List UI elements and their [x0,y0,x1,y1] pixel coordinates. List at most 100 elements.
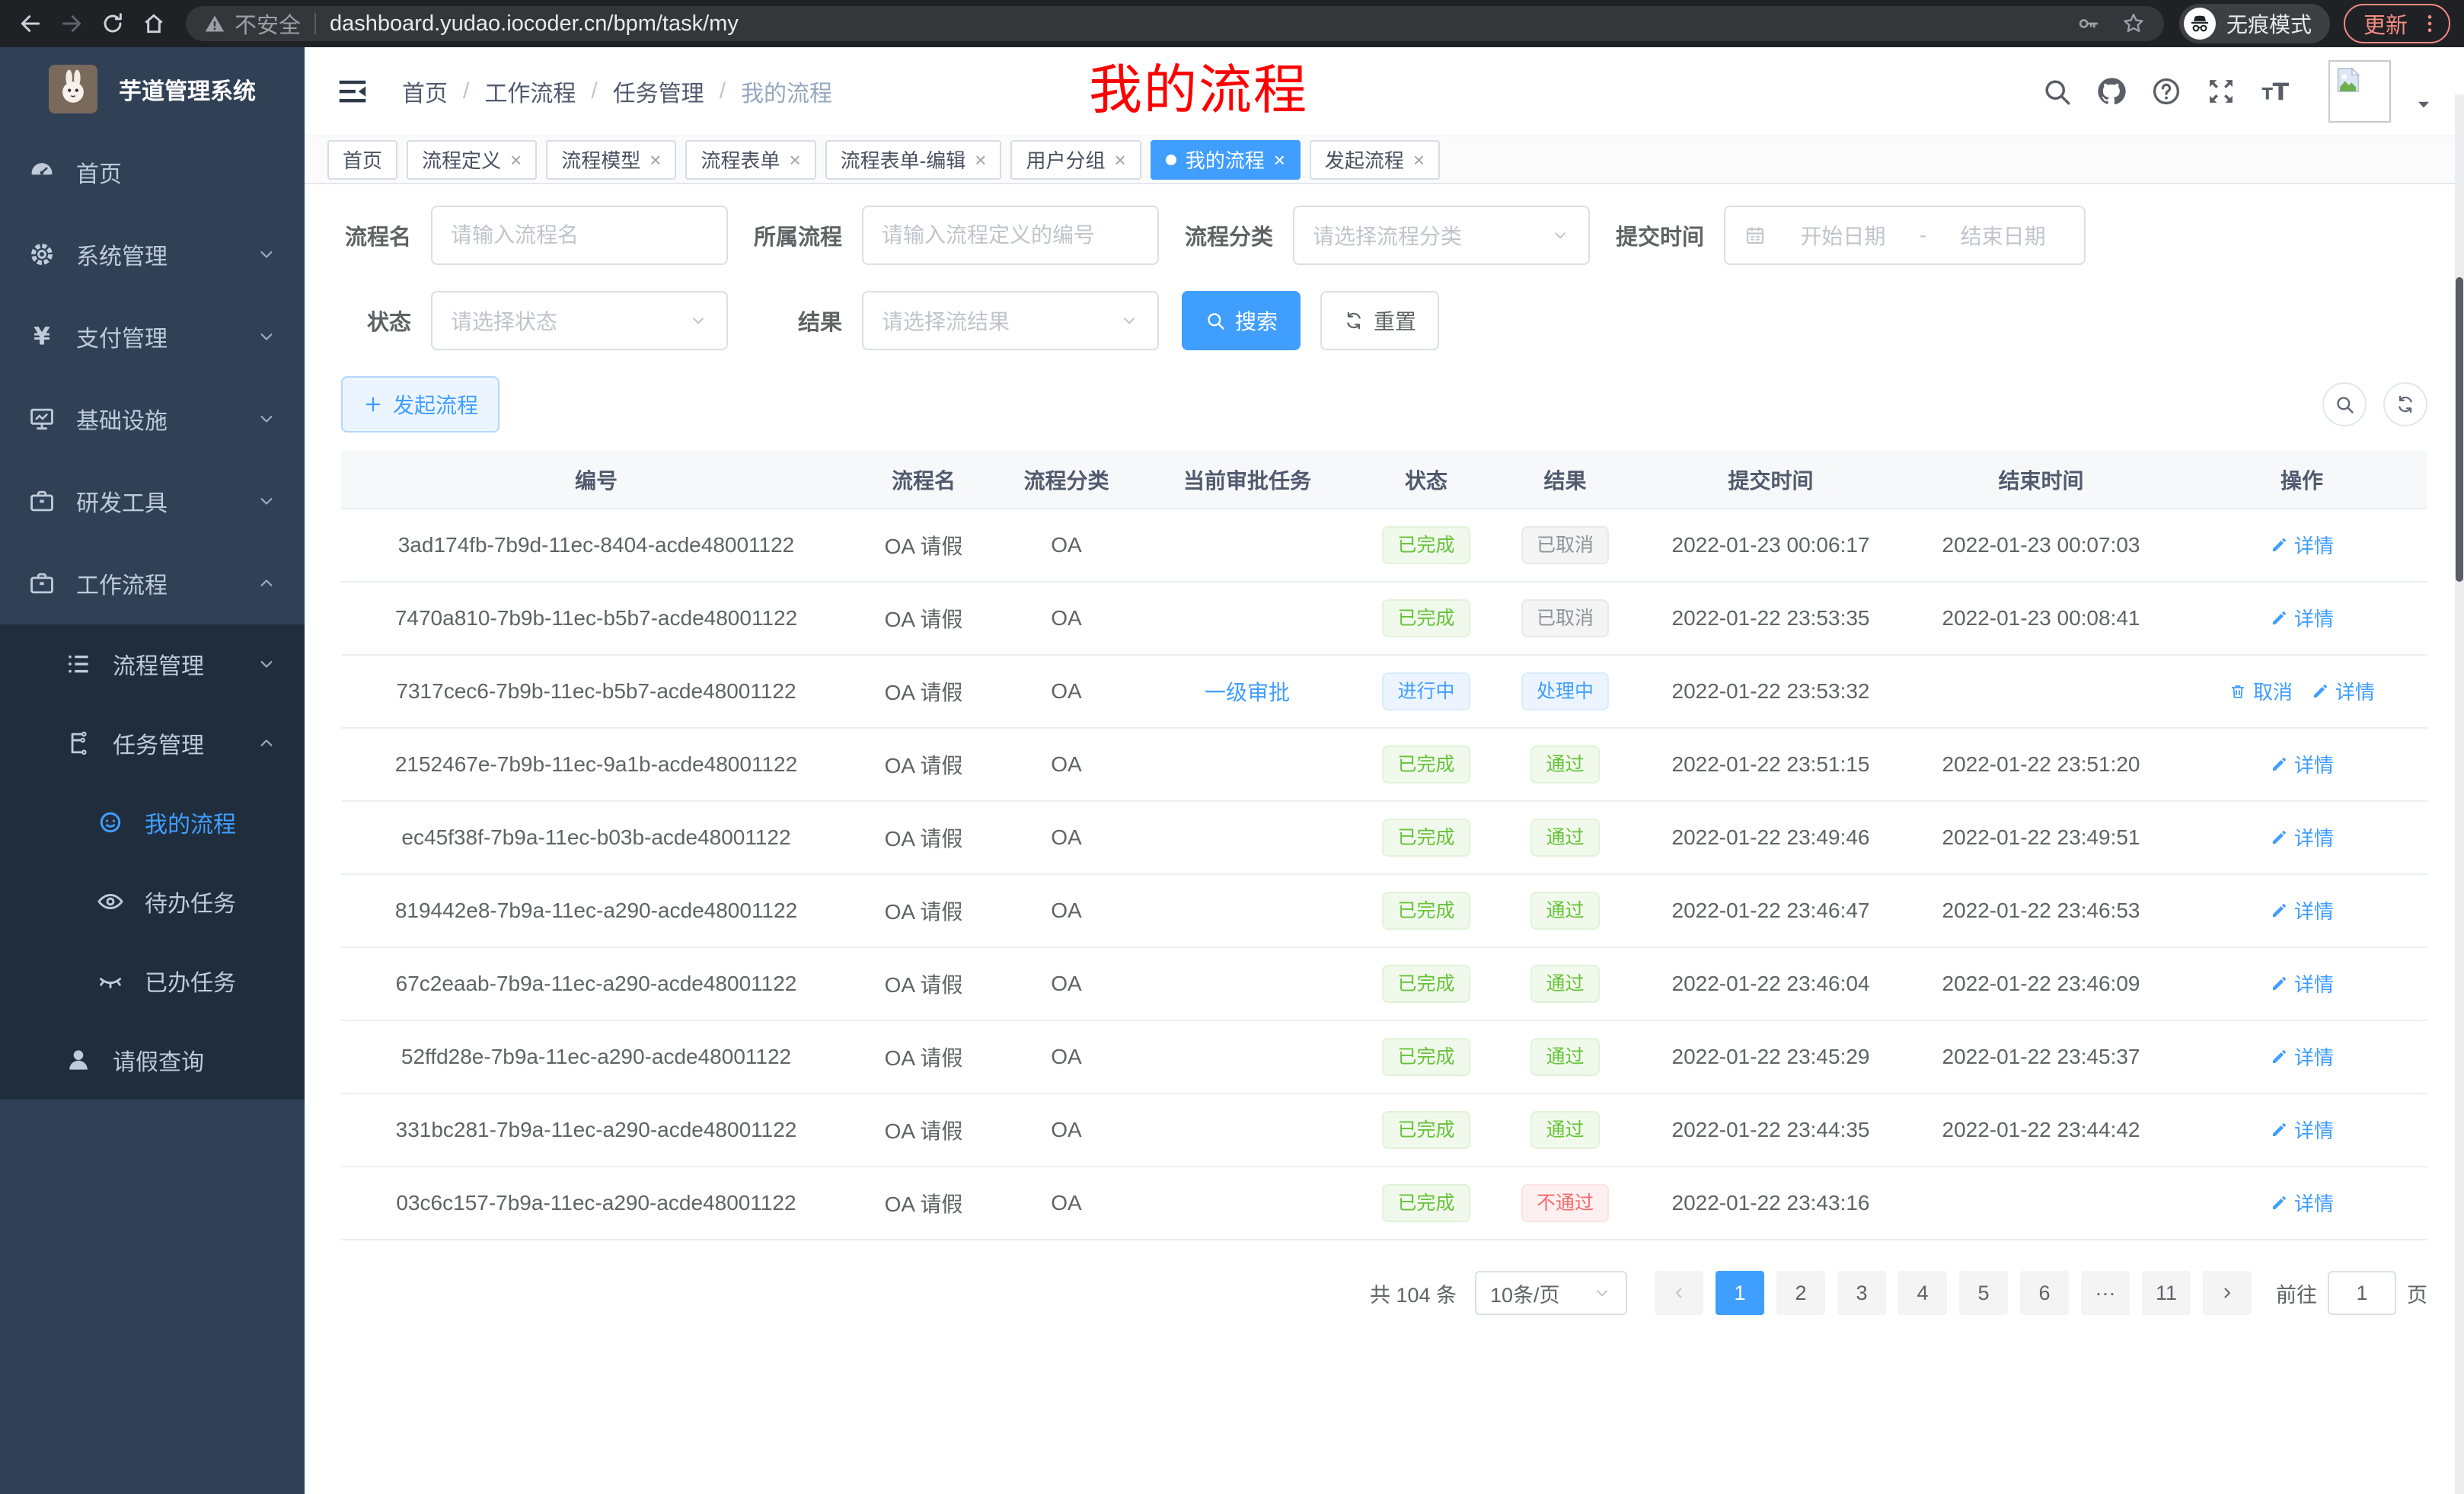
browser-reload-button[interactable] [96,7,129,40]
refresh-table-button[interactable] [2383,382,2427,426]
sidebar-item-process-management[interactable]: 流程管理 [0,624,305,704]
tab-用户分组[interactable]: 用户分组× [1010,140,1141,180]
close-icon[interactable]: × [1274,150,1285,170]
window-scrollbar[interactable] [2455,94,2464,1494]
process-name: OA 请假 [851,509,996,582]
sidebar-item-my-process[interactable]: 我的流程 [0,783,305,862]
result-cell: 通过 [1495,874,1636,947]
scrollbar-thumb[interactable] [2456,277,2463,582]
detail-action[interactable]: 详情 [2270,531,2334,559]
breadcrumb-item[interactable]: 任务管理 [613,75,704,108]
app-title: 芋道管理系统 [119,72,256,106]
toggle-search-button[interactable] [2322,382,2367,426]
action-label: 详情 [2294,1189,2334,1217]
page-button-11[interactable]: 11 [2142,1271,2191,1315]
password-key-icon[interactable] [2076,11,2100,36]
detail-action[interactable]: 详情 [2270,1042,2334,1071]
close-icon[interactable]: × [650,150,661,170]
tab-发起流程[interactable]: 发起流程× [1310,140,1440,180]
sidebar-item-payment-management[interactable]: ¥支付管理 [0,295,305,378]
tab-流程表单-编辑[interactable]: 流程表单-编辑× [825,140,1002,180]
tab-流程表单[interactable]: 流程表单× [685,140,815,180]
page-button-5[interactable]: 5 [1959,1271,2008,1315]
search-button-label: 搜索 [1235,305,1278,336]
page-button-6[interactable]: 6 [2020,1271,2069,1315]
tab-首页[interactable]: 首页 [327,140,397,180]
kebab-menu-icon[interactable] [2418,12,2441,35]
close-icon[interactable]: × [1115,150,1126,170]
browser-forward-button[interactable] [55,7,88,40]
detail-action[interactable]: 详情 [2270,823,2334,851]
process-category: OA [996,1167,1137,1240]
sidebar-item-dev-tools[interactable]: 研发工具 [0,460,305,542]
browser-back-button[interactable] [14,7,47,40]
breadcrumb-item[interactable]: 首页 [402,75,448,108]
start-date-placeholder: 开始日期 [1780,220,1906,251]
bookmark-star-icon[interactable] [2121,11,2146,36]
avatar-caret-down-icon[interactable] [2414,94,2434,114]
next-page-button[interactable] [2203,1271,2252,1315]
close-icon[interactable]: × [975,150,986,170]
chevron-up-icon [256,733,277,754]
process-name-input[interactable] [431,206,728,265]
fullscreen-icon[interactable] [2205,75,2237,107]
goto-page-input[interactable] [2328,1271,2396,1315]
sidebar-item-workflow[interactable]: 工作流程 [0,542,305,624]
status-badge: 已完成 [1382,599,1470,637]
actions-cell: 详情 [2176,1020,2427,1093]
sidebar-item-done-task[interactable]: 已办任务 [0,941,305,1020]
browser-update-button[interactable]: 更新 [2344,4,2450,43]
address-bar[interactable]: 不安全 dashboard.yudao.iocoder.cn/bpm/task/… [186,6,2164,41]
sidebar-item-infrastructure[interactable]: 基础设施 [0,378,305,460]
reset-button[interactable]: 重置 [1320,291,1439,350]
breadcrumb-separator: / [704,78,741,104]
sidebar-collapse-icon[interactable] [335,74,370,109]
current-task [1137,1020,1358,1093]
page-button-4[interactable]: 4 [1898,1271,1947,1315]
pagination-total: 共 104 条 [1370,1279,1457,1308]
close-icon[interactable]: × [789,150,800,170]
sidebar-item-task-management[interactable]: 任务管理 [0,704,305,783]
more-pages-button[interactable]: ··· [2081,1271,2130,1315]
result-select[interactable]: 请选择流结果 [862,291,1159,350]
sidebar-item-system-management[interactable]: 系统管理 [0,213,305,295]
submit-time-range-picker[interactable]: 开始日期 - 结束日期 [1724,206,2086,265]
font-size-icon[interactable]: TT [2260,75,2292,107]
tab-我的流程[interactable]: 我的流程× [1151,140,1301,180]
tab-label: 流程模型 [561,145,640,174]
detail-action[interactable]: 详情 [2311,677,2375,705]
avatar[interactable] [2328,60,2391,123]
detail-action[interactable]: 详情 [2270,1116,2334,1144]
sidebar-item-leave-query[interactable]: 请假查询 [0,1020,305,1100]
process-def-input[interactable] [862,206,1159,265]
status-select[interactable]: 请选择状态 [431,291,728,350]
breadcrumb-item[interactable]: 工作流程 [484,75,576,108]
tab-流程定义[interactable]: 流程定义× [407,140,537,180]
page-size-select[interactable]: 10条/页 [1475,1271,1627,1315]
tab-流程模型[interactable]: 流程模型 × [546,140,676,180]
detail-action[interactable]: 详情 [2270,1189,2334,1217]
search-icon[interactable] [2041,75,2073,107]
page-button-2[interactable]: 2 [1776,1271,1825,1315]
browser-home-button[interactable] [137,7,171,40]
github-icon[interactable] [2095,75,2127,107]
page-button-3[interactable]: 3 [1837,1271,1886,1315]
close-icon[interactable]: × [510,150,522,170]
page-button-1[interactable]: 1 [1716,1271,1764,1315]
search-button[interactable]: 搜索 [1182,291,1301,350]
sidebar-item-todo-task[interactable]: 待办任务 [0,862,305,941]
select-placeholder: 请选择流程分类 [1313,220,1462,251]
detail-action[interactable]: 详情 [2270,604,2334,632]
prev-page-button[interactable] [1655,1271,1703,1315]
detail-action[interactable]: 详情 [2270,896,2334,924]
table-row: 7317cec6-7b9b-11ec-b5b7-acde48001122OA 请… [341,655,2427,728]
cancel-action[interactable]: 取消 [2229,677,2293,705]
detail-action[interactable]: 详情 [2270,969,2334,998]
task-link[interactable]: 一级审批 [1205,681,1290,704]
help-icon[interactable] [2150,75,2182,107]
category-select[interactable]: 请选择流程分类 [1293,206,1590,265]
close-icon[interactable]: × [1413,150,1425,170]
sidebar-item-home[interactable]: 首页 [0,131,305,213]
detail-action[interactable]: 详情 [2270,750,2334,778]
create-process-button[interactable]: 发起流程 [341,376,500,433]
